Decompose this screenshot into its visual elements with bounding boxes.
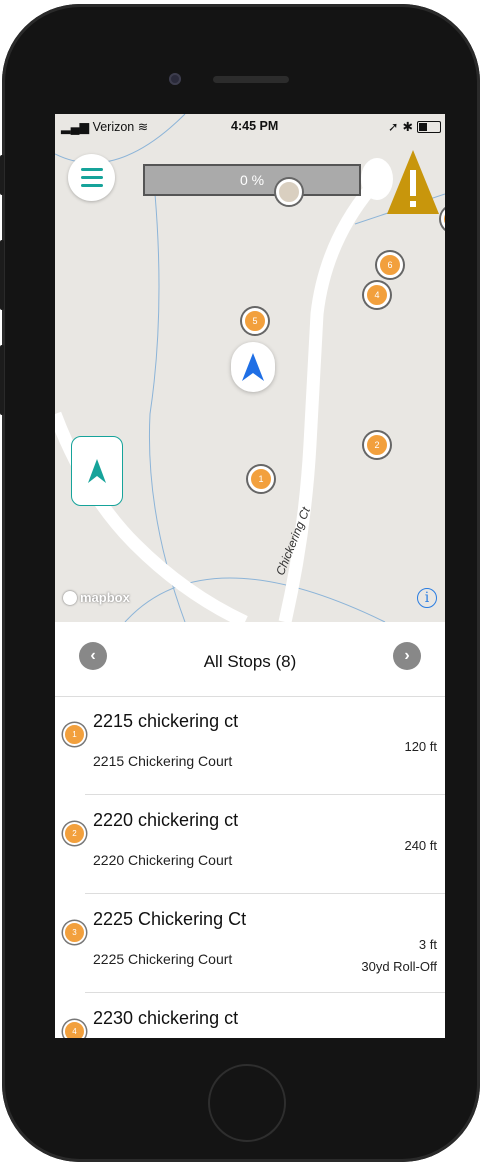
chevron-right-icon: › [404, 647, 410, 664]
map-marker[interactable] [276, 179, 302, 205]
location-arrow-icon: ➚ [388, 120, 399, 134]
list-title: All Stops (8) [203, 652, 297, 671]
row-divider [85, 893, 445, 894]
map-marker[interactable]: 6 [377, 252, 403, 278]
carrier-name: Verizon [92, 120, 135, 134]
volume-up-button [0, 240, 4, 310]
status-bar: ▂▄▆ Verizon ≋ 4:45 PM ➚ ✱ [55, 114, 445, 138]
menu-icon-line [80, 168, 103, 171]
map-marker[interactable]: 5 [242, 308, 268, 334]
stop-number-badge: 3 [63, 921, 86, 944]
stop-distance: 3 ft [418, 937, 437, 952]
mapbox-wordmark: mapbox [80, 590, 130, 605]
bluetooth-icon: ✱ [402, 120, 413, 134]
menu-icon-line [80, 184, 103, 187]
clock: 4:45 PM [231, 119, 279, 133]
front-camera [169, 73, 181, 85]
menu-button[interactable] [68, 154, 115, 201]
list-item[interactable]: 1 2215 chickering ct 2215 Chickering Cou… [55, 697, 445, 795]
carrier-label: ▂▄▆ Verizon ≋ [61, 120, 149, 134]
map-view[interactable]: ▂▄▆ Verizon ≋ 4:45 PM ➚ ✱ 0 % 6 4 5 1 2 … [55, 114, 445, 622]
stops-list-header: ‹ All Stops (8) › [55, 622, 445, 697]
battery-icon [417, 120, 441, 133]
stop-name: 2220 chickering ct [93, 810, 239, 830]
list-item[interactable]: 3 2225 Chickering Ct 2225 Chickering Cou… [55, 895, 445, 993]
stop-name: 2215 chickering ct [93, 711, 239, 731]
mute-switch [0, 155, 4, 195]
navigation-arrow-icon [88, 459, 106, 483]
phone-frame: ▂▄▆ Verizon ≋ 4:45 PM ➚ ✱ 0 % 6 4 5 1 2 … [2, 4, 480, 1162]
mapbox-icon [63, 590, 77, 605]
stop-number-badge: 4 [63, 1020, 86, 1038]
app-screen: ▂▄▆ Verizon ≋ 4:45 PM ➚ ✱ 0 % 6 4 5 1 2 … [55, 114, 445, 1038]
row-divider [85, 794, 445, 795]
stop-address: 2225 Chickering Court [93, 951, 233, 967]
warning-icon[interactable] [385, 148, 441, 216]
start-navigation-button[interactable] [71, 436, 123, 506]
current-location-button[interactable] [231, 342, 275, 392]
map-marker[interactable]: 2 [364, 432, 390, 458]
stop-distance: 240 ft [404, 838, 437, 853]
stop-address: 2220 Chickering Court [93, 852, 233, 868]
route-progress-bar: 0 % [143, 164, 361, 196]
home-button[interactable] [208, 1064, 286, 1142]
mapbox-logo[interactable]: mapbox [63, 590, 130, 605]
menu-icon-line [80, 176, 103, 179]
list-item[interactable]: 2 2220 chickering ct 2220 Chickering Cou… [55, 796, 445, 894]
map-marker[interactable]: 4 [364, 282, 390, 308]
list-item[interactable]: 4 2230 chickering ct [55, 994, 445, 1038]
stop-number-badge: 2 [63, 822, 86, 845]
map-marker[interactable]: 1 [248, 466, 274, 492]
stop-address: 2215 Chickering Court [93, 753, 233, 769]
stop-number-badge: 1 [63, 723, 86, 746]
stop-container-type: 30yd Roll-Off [361, 959, 437, 974]
stop-name: 2230 chickering ct [93, 1008, 239, 1028]
info-icon[interactable]: i [417, 588, 437, 608]
stop-distance: 120 ft [404, 739, 437, 754]
volume-down-button [0, 345, 4, 415]
status-icons: ➚ ✱ [388, 119, 441, 134]
stop-name: 2225 Chickering Ct [93, 909, 247, 929]
earpiece-speaker [213, 76, 289, 83]
row-divider [85, 992, 445, 993]
next-button[interactable]: › [393, 642, 421, 670]
navigation-arrow-icon [242, 353, 264, 381]
progress-label: 0 % [239, 172, 265, 188]
